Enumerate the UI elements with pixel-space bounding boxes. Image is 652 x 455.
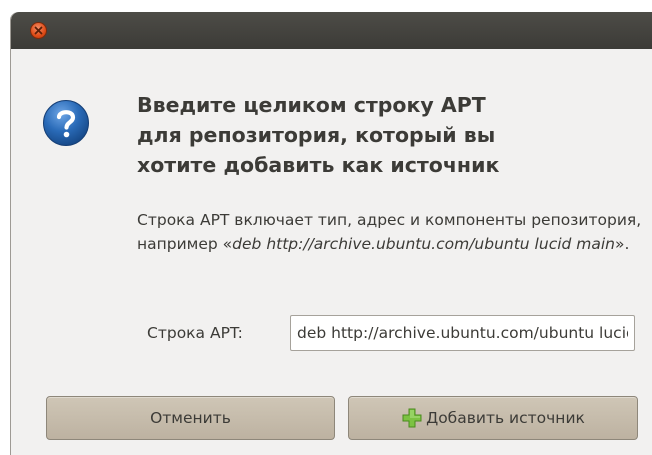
apt-line-input[interactable] (290, 315, 635, 351)
title-bar[interactable] (11, 12, 652, 49)
description-example: deb http://archive.ubuntu.com/ubuntu luc… (232, 235, 616, 253)
close-button[interactable] (30, 22, 47, 39)
add-source-button-label: Добавить источник (426, 409, 585, 427)
dialog-window: Введите целиком строку APT для репозитор… (10, 12, 652, 455)
close-icon (34, 26, 43, 35)
apt-line-label: Строка APT: (147, 324, 243, 342)
description-suffix: ». (615, 235, 630, 253)
cancel-button[interactable]: Отменить (46, 396, 335, 440)
cancel-button-label: Отменить (150, 409, 231, 427)
dialog-heading: Введите целиком строку APT для репозитор… (137, 93, 500, 177)
plus-icon (402, 408, 422, 428)
dialog-description: Строка APT включает тип, адрес и компоне… (137, 208, 647, 256)
question-icon (43, 100, 89, 146)
add-source-button[interactable]: Добавить источник (348, 396, 638, 440)
